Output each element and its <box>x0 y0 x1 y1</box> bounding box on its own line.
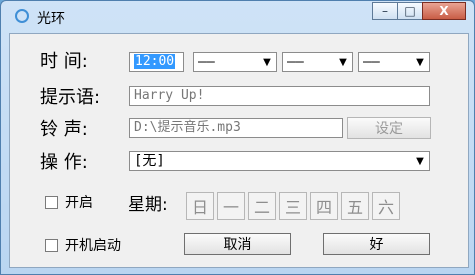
action-dropdown-value: [无] <box>134 153 165 169</box>
time-dropdown-1[interactable]: —— ▼ <box>193 52 277 72</box>
action-label: 操 作: <box>40 152 88 173</box>
weekday-sun[interactable]: 日 <box>186 192 214 220</box>
time-dropdown-1-value: —— <box>198 54 215 70</box>
minimize-button[interactable]: – <box>372 2 398 20</box>
time-dropdown-3[interactable]: —— ▼ <box>358 52 430 72</box>
weekday-mon[interactable]: 一 <box>217 192 245 220</box>
time-dropdown-2[interactable]: —— ▼ <box>282 52 353 72</box>
autostart-checkbox[interactable] <box>45 239 58 252</box>
reminder-text-input[interactable]: Harry Up! <box>129 86 430 106</box>
app-ring-icon <box>15 9 29 23</box>
sound-path-input[interactable]: D:\提示音乐.mp3 <box>129 118 343 138</box>
chevron-down-icon: ▼ <box>263 56 271 68</box>
time-dropdown-2-value: —— <box>287 54 304 70</box>
chevron-down-icon: ▼ <box>416 56 424 68</box>
ok-button[interactable]: 好 <box>323 233 430 255</box>
hour-selected-text: 12:00 <box>134 54 176 69</box>
cancel-button[interactable]: 取消 <box>184 233 291 255</box>
maximize-button[interactable]: □ <box>397 2 423 20</box>
hour-input[interactable]: 12:00 <box>129 52 184 72</box>
dialog-client: 时 间: 12:00 —— ▼ —— ▼ —— ▼ 提示语: Harry Up!… <box>9 33 469 268</box>
weekday-sat[interactable]: 六 <box>372 192 400 220</box>
time-label: 时 间: <box>40 51 88 72</box>
window-title: 光环 <box>37 11 65 27</box>
weekday-selector: 日 一 二 三 四 五 六 <box>186 192 400 220</box>
weekday-wed[interactable]: 三 <box>279 192 307 220</box>
sound-set-button[interactable]: 设定 <box>347 117 431 139</box>
title-bar[interactable]: 光环 – □ X <box>1 1 474 33</box>
chevron-down-icon: ▼ <box>339 56 347 68</box>
close-button[interactable]: X <box>422 2 466 20</box>
caption-buttons: – □ X <box>372 2 466 20</box>
weekday-fri[interactable]: 五 <box>341 192 369 220</box>
enable-label: 开启 <box>65 195 93 211</box>
reminder-label: 提示语: <box>40 87 101 108</box>
week-label: 星期: <box>128 195 168 215</box>
autostart-label: 开机启动 <box>65 238 121 254</box>
time-dropdown-3-value: —— <box>363 54 380 70</box>
weekday-tue[interactable]: 二 <box>248 192 276 220</box>
weekday-thu[interactable]: 四 <box>310 192 338 220</box>
sound-label: 铃 声: <box>40 119 88 140</box>
enable-checkbox[interactable] <box>45 196 58 209</box>
chevron-down-icon: ▼ <box>416 155 424 167</box>
app-window: 光环 – □ X 时 间: 12:00 —— ▼ —— ▼ —— ▼ 提示语: … <box>0 0 475 275</box>
action-dropdown[interactable]: [无] ▼ <box>129 151 430 171</box>
